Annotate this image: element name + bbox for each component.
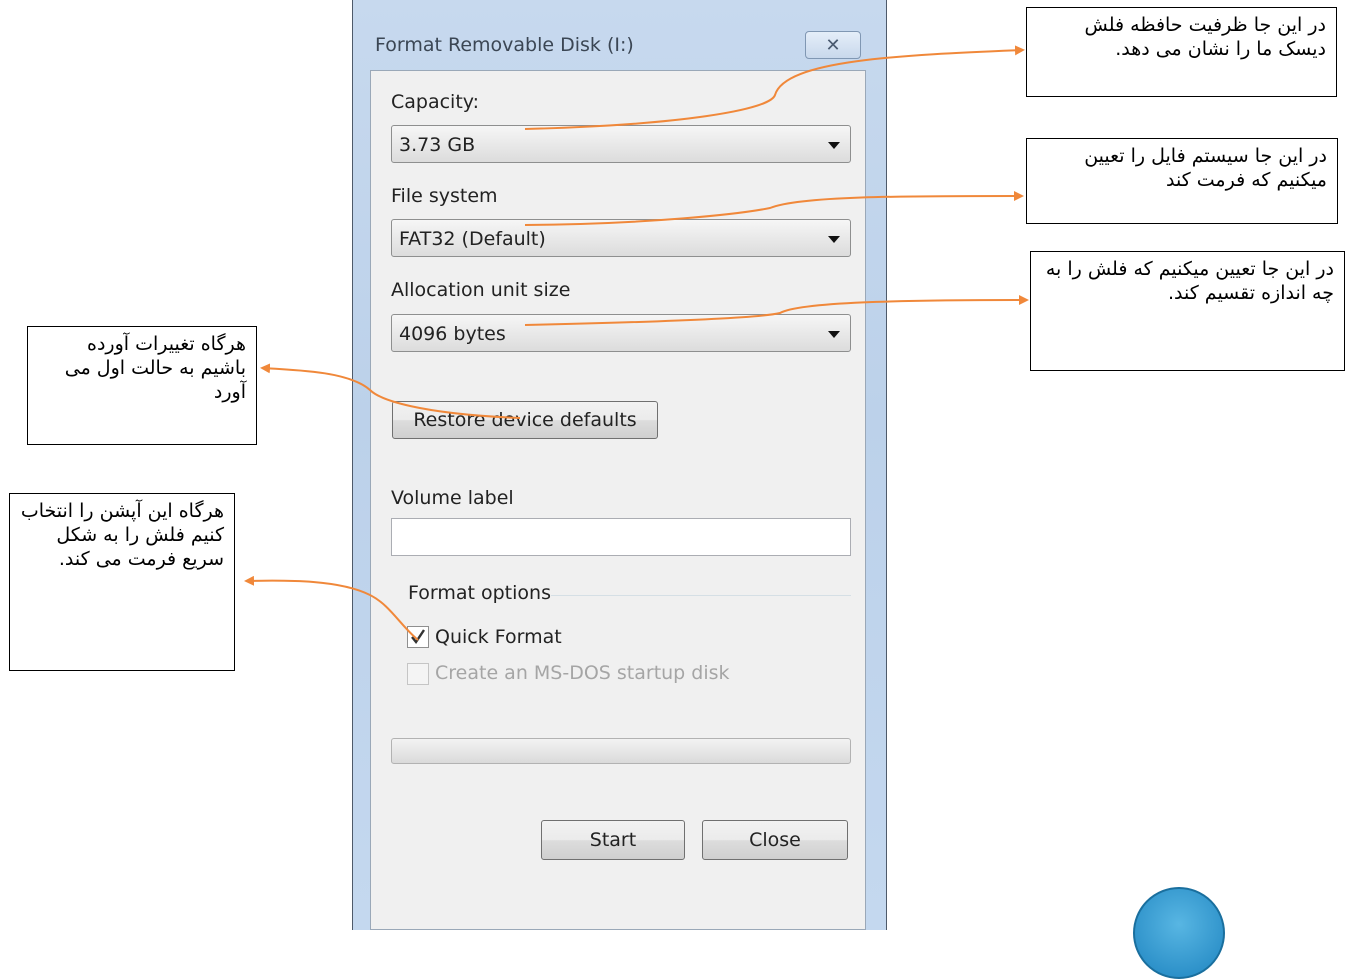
decorative-circle (1133, 887, 1225, 979)
arrow-allocation (524, 295, 1029, 326)
arrow-quick-format (244, 575, 419, 641)
arrow-file-system (524, 191, 1024, 226)
arrow-restore (260, 363, 521, 419)
annotation-arrows (244, 45, 1029, 641)
arrow-capacity (524, 45, 1025, 130)
